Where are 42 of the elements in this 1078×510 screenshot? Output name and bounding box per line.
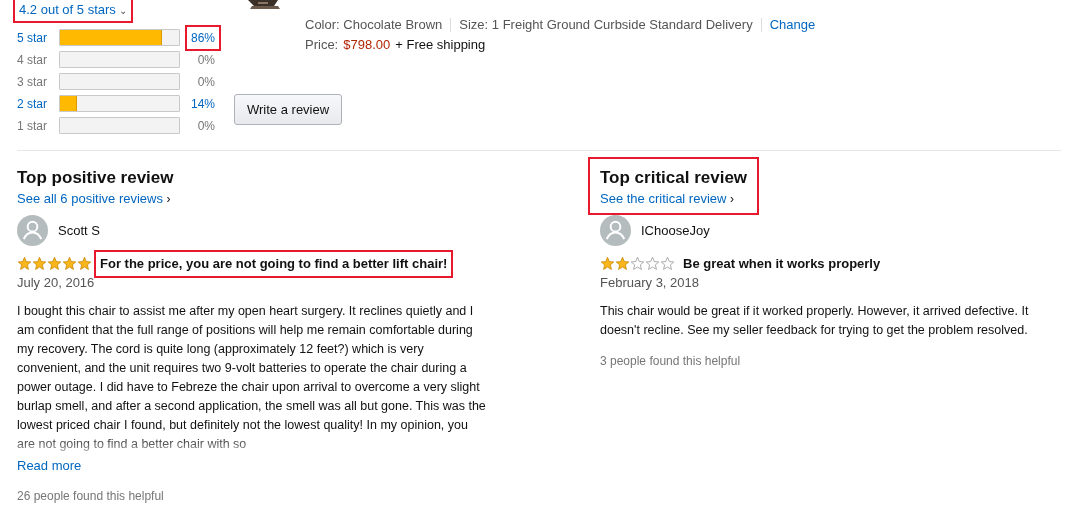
filled-star-icon [32,256,47,272]
reviewer-name: IChooseJoy [641,221,710,240]
rating-percent: 0% [196,117,216,135]
see-reviews-link[interactable]: See the critical review › [600,189,748,209]
filled-star-icon [600,256,615,272]
change-link[interactable]: Change [769,15,816,35]
avatar-icon [17,215,48,246]
section-heading: Top critical review [600,167,748,189]
read-more-link[interactable]: Read more [17,455,82,475]
price-label: Price: [305,36,339,54]
review-date: July 20, 2016 [17,273,96,292]
color-option: Color: Chocolate Brown [305,15,443,35]
review-title[interactable]: Be great when it works properly [681,254,883,274]
avatar-icon [600,215,631,246]
rating-percent: 0% [196,51,216,69]
helpful-count: 3 people found this helpful [600,352,741,370]
write-review-button[interactable]: Write a review [234,94,343,125]
filled-star-icon [77,256,92,272]
star-level-label: 3 star [17,73,48,91]
see-reviews-link[interactable]: See all 6 positive reviews › [17,189,174,209]
empty-star-icon [630,256,645,272]
star-level-label: 4 star [17,51,48,69]
rating-percent: 0% [196,73,216,91]
helpful-count: 26 people found this helpful [17,488,164,505]
section-heading: Top positive review [17,167,174,189]
empty-star-icon [645,256,660,272]
price: $798.00 [343,36,391,54]
filled-star-icon [47,256,62,272]
review-text: This chair would be great if it worked properly. However, it arrived defective. It doesn't recline. See my seller feedback for trying to get the problem resolved. [600,302,1030,339]
size-option: Size: 1 Freight Ground Curbside Standard Delivery [459,15,753,35]
filled-star-icon [17,256,32,272]
empty-star-icon [660,256,675,272]
reviewer-name: Scott S [58,221,100,240]
review-text: I bought this chair to assist me after my open heart surgery. It reclines quietly and I am confident that the full range of positions will help me remain comfortable during my recovery. The cord is quite long (approximately 12 feet?) which is very convenient, and the unit requires two 9-volt batteries to operate the chair during a power outage. I did have to Febreze the chair upon arrival to overcome a very slight burlap smell, and after a second application, the smell was all but gone. This was the lowest priced chair I found, but definitely not the lowest quality! In my opinion, you are not going to find a better chair with so [17,302,487,453]
star-level-label[interactable]: 5 star [17,28,59,47]
filled-star-icon [615,256,630,272]
review-date: February 3, 2018 [600,273,700,292]
shipping-note: + Free shipping [395,36,486,54]
filled-star-icon [62,256,77,272]
rating-percent[interactable]: 14% [188,94,217,113]
star-level-label: 1 star [17,117,48,135]
star-level-label[interactable]: 2 star [17,94,59,113]
